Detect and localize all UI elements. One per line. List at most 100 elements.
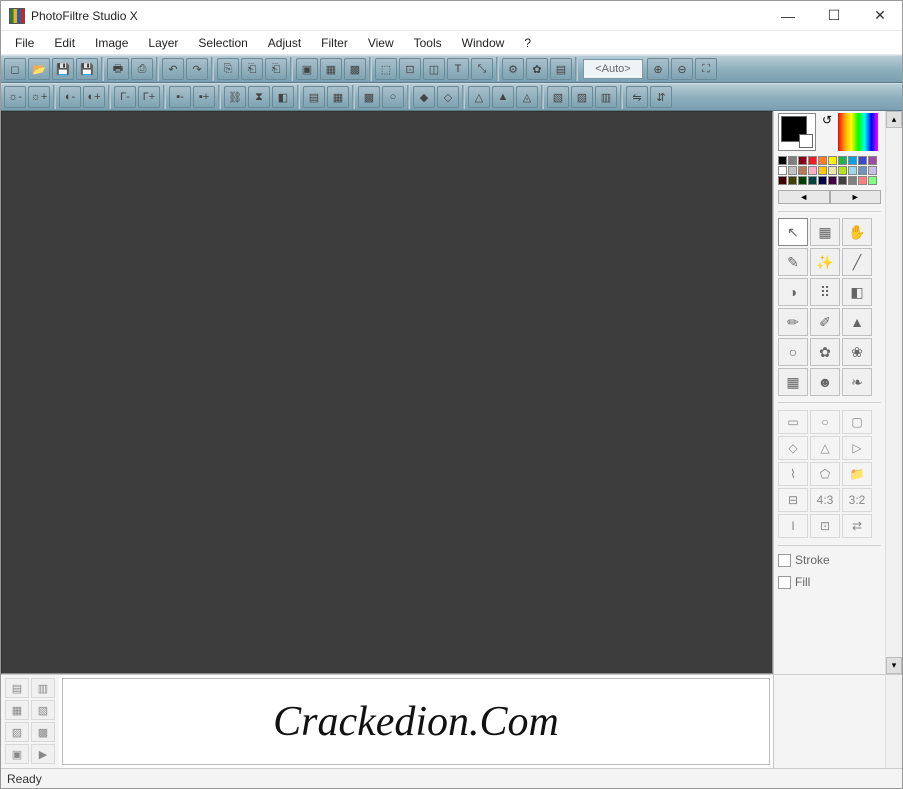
tool-wand[interactable]: ✨ xyxy=(810,248,840,276)
palette-color[interactable] xyxy=(788,176,797,185)
auto-levels-icon[interactable]: ⧗ xyxy=(248,86,270,108)
palette-color[interactable] xyxy=(848,176,857,185)
fx3-icon[interactable]: ▥ xyxy=(595,86,617,108)
canvas[interactable] xyxy=(1,111,773,674)
shape-ratio-32[interactable]: 3:2 xyxy=(842,488,872,512)
palette-color[interactable] xyxy=(828,176,837,185)
tool-fill[interactable]: ◑ xyxy=(778,278,808,306)
sat-minus-icon[interactable]: ▪- xyxy=(169,86,191,108)
palette-color[interactable] xyxy=(788,156,797,165)
print-icon[interactable]: 🖶 xyxy=(107,58,129,80)
scan-icon[interactable]: ⎙ xyxy=(131,58,153,80)
tool-eraser[interactable]: ◧ xyxy=(842,278,872,306)
menu-filter[interactable]: Filter xyxy=(313,34,356,52)
layer-b-icon[interactable]: ▦ xyxy=(320,58,342,80)
swap-colors-icon[interactable]: ↺ xyxy=(820,113,834,127)
tool-portrait[interactable]: ☻ xyxy=(810,368,840,396)
palette-color[interactable] xyxy=(808,176,817,185)
tool-art[interactable]: ❧ xyxy=(842,368,872,396)
select-icon[interactable]: ◫ xyxy=(423,58,445,80)
tool-stamp[interactable]: ▲ xyxy=(842,308,872,336)
plugin1-icon[interactable]: ⚙ xyxy=(502,58,524,80)
shape-folder[interactable]: 📁 xyxy=(842,462,872,486)
palette-color[interactable] xyxy=(828,156,837,165)
palette-color[interactable] xyxy=(858,176,867,185)
paste-icon[interactable]: ⎗ xyxy=(241,58,263,80)
contrast-plus-icon[interactable]: ◐+ xyxy=(83,86,105,108)
saveas-icon[interactable]: 💾 xyxy=(76,58,98,80)
shape-diamond[interactable]: ◇ xyxy=(778,436,808,460)
open-icon[interactable]: 📂 xyxy=(28,58,50,80)
palette-color[interactable] xyxy=(788,166,797,175)
palette-color[interactable] xyxy=(778,156,787,165)
tool-clone[interactable]: ❀ xyxy=(842,338,872,366)
palette-color[interactable] xyxy=(838,176,847,185)
stroke-option[interactable]: Stroke xyxy=(778,553,881,567)
dither1-icon[interactable]: ▦ xyxy=(327,86,349,108)
transform-icon[interactable]: ⤡ xyxy=(471,58,493,80)
contrast-minus-icon[interactable]: ◐- xyxy=(59,86,81,108)
minimize-button[interactable]: — xyxy=(774,6,802,26)
gamma-minus-icon[interactable]: Γ- xyxy=(114,86,136,108)
shape-rect[interactable]: ▭ xyxy=(778,410,808,434)
bright-minus-icon[interactable]: ☼- xyxy=(4,86,26,108)
fit-icon[interactable]: ⛶ xyxy=(695,58,717,80)
menu-selection[interactable]: Selection xyxy=(190,34,255,52)
tool-pattern[interactable]: ▦ xyxy=(778,368,808,396)
fill-option[interactable]: Fill xyxy=(778,575,881,589)
paste2-icon[interactable]: ⎗ xyxy=(265,58,287,80)
palette-color[interactable] xyxy=(848,156,857,165)
redo-icon[interactable]: ↷ xyxy=(186,58,208,80)
relief-icon[interactable]: △ xyxy=(468,86,490,108)
text-icon[interactable]: T xyxy=(447,58,469,80)
fg-bg-swatch[interactable] xyxy=(778,113,816,151)
bright-plus-icon[interactable]: ☼+ xyxy=(28,86,50,108)
plugin2-icon[interactable]: ✿ xyxy=(526,58,548,80)
shape-poly[interactable]: ⬠ xyxy=(810,462,840,486)
shape-triangle-r[interactable]: ▷ xyxy=(842,436,872,460)
palette-color[interactable] xyxy=(798,156,807,165)
scroll-up[interactable]: ▴ xyxy=(886,111,902,128)
tool-brush[interactable]: ✏ xyxy=(778,308,808,336)
layer-c-icon[interactable]: ▩ xyxy=(344,58,366,80)
background-color[interactable] xyxy=(799,134,813,148)
palette-color[interactable] xyxy=(798,166,807,175)
palette-color[interactable] xyxy=(838,156,847,165)
palette-color[interactable] xyxy=(868,166,877,175)
zoom-out-icon[interactable]: ⊖ xyxy=(671,58,693,80)
maximize-button[interactable]: ☐ xyxy=(820,6,848,26)
fx2-icon[interactable]: ▨ xyxy=(571,86,593,108)
layer-btn-1[interactable]: ▤ xyxy=(5,678,29,698)
histogram-icon[interactable]: ⛓ xyxy=(224,86,246,108)
layer-btn-4[interactable]: ▧ xyxy=(31,700,55,720)
mirror-h-icon[interactable]: ⇋ xyxy=(626,86,648,108)
tool-adv-brush[interactable]: ✐ xyxy=(810,308,840,336)
scrollbar-vertical[interactable]: ▴ ▾ xyxy=(885,111,902,674)
shape-swap[interactable]: ⇄ xyxy=(842,514,872,538)
shape-circle[interactable]: ○ xyxy=(810,410,840,434)
scroll-down[interactable]: ▾ xyxy=(886,657,902,674)
tool-hand[interactable]: ✋ xyxy=(842,218,872,246)
sat-plus-icon[interactable]: ▪+ xyxy=(193,86,215,108)
palette-color[interactable] xyxy=(808,166,817,175)
palette-color[interactable] xyxy=(828,166,837,175)
tool-spray[interactable]: ⠿ xyxy=(810,278,840,306)
shape-bounds[interactable]: ⊡ xyxy=(810,514,840,538)
tool-pointer[interactable]: ↖ xyxy=(778,218,808,246)
menu-view[interactable]: View xyxy=(360,34,402,52)
palette-color[interactable] xyxy=(868,176,877,185)
palette-left[interactable]: ◄ xyxy=(778,190,830,204)
menu-adjust[interactable]: Adjust xyxy=(260,34,309,52)
fx1-icon[interactable]: ▧ xyxy=(547,86,569,108)
canvas-size-icon[interactable]: ⊡ xyxy=(399,58,421,80)
new-icon[interactable]: ◻ xyxy=(4,58,26,80)
menu-file[interactable]: File xyxy=(7,34,42,52)
sharpen-icon[interactable]: ◆ xyxy=(413,86,435,108)
layer-btn-2[interactable]: ▥ xyxy=(31,678,55,698)
menu-tools[interactable]: Tools xyxy=(406,34,450,52)
menu-layer[interactable]: Layer xyxy=(140,34,186,52)
zoom-in-icon[interactable]: ⊕ xyxy=(647,58,669,80)
undo-icon[interactable]: ↶ xyxy=(162,58,184,80)
color-palette[interactable] xyxy=(778,156,881,185)
save-icon[interactable]: 💾 xyxy=(52,58,74,80)
